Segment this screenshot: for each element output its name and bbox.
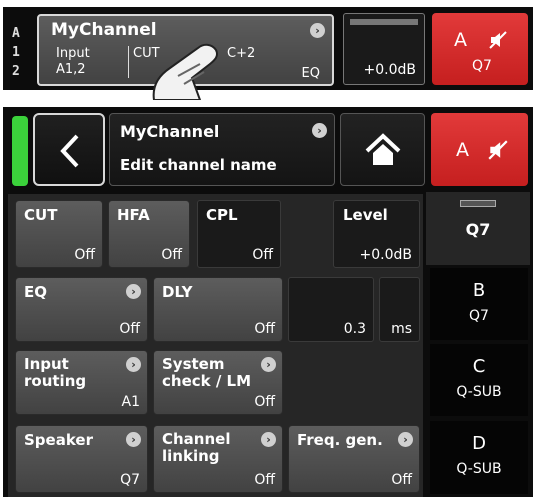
hfa-value: Off xyxy=(161,247,182,263)
header-alert-letter: A xyxy=(456,139,469,161)
arrow-right-icon: › xyxy=(312,123,327,138)
freq-gen-value: Off xyxy=(391,472,412,488)
channel-linking-value: Off xyxy=(254,472,275,488)
hfa-label: HFA xyxy=(117,206,150,224)
arrow-right-icon: › xyxy=(310,23,325,38)
delay-unit-field[interactable]: ms xyxy=(379,277,420,342)
back-button[interactable] xyxy=(33,113,105,186)
arrow-right-icon: › xyxy=(261,357,276,372)
side-label-1: 1 xyxy=(12,45,20,60)
input-label: Input xyxy=(56,46,90,61)
mute-button[interactable]: A xyxy=(431,113,528,186)
channel-a-preset: Q7 xyxy=(465,220,491,239)
mute-speaker-icon xyxy=(489,31,507,49)
channel-linking-line2: linking xyxy=(162,447,220,465)
arrow-right-icon: › xyxy=(126,357,141,372)
home-icon xyxy=(365,133,401,165)
system-check-button[interactable]: System check / LM › Off xyxy=(153,350,283,415)
cpl-toggle[interactable]: CPL Off xyxy=(197,200,281,268)
header-subtitle: Edit channel name xyxy=(120,156,277,174)
channel-tab-d[interactable]: D Q-SUB xyxy=(430,421,528,494)
channel-c-letter: C xyxy=(472,356,486,377)
level-meter-bar xyxy=(350,19,418,25)
home-button[interactable] xyxy=(340,113,425,186)
channel-a-meter xyxy=(460,200,496,207)
dly-label: DLY xyxy=(162,283,193,301)
divider xyxy=(128,46,129,78)
channel-c-preset: Q-SUB xyxy=(456,384,502,400)
cut-label: CUT xyxy=(24,206,58,224)
input-routing-line2: routing xyxy=(24,372,87,390)
arrow-right-icon: › xyxy=(126,432,141,447)
dly-value: Off xyxy=(254,321,275,337)
channel-tab-b[interactable]: B Q7 xyxy=(430,268,528,340)
eq-label: EQ xyxy=(24,283,47,301)
freq-gen-label: Freq. gen. xyxy=(297,431,383,449)
channel-linking-line1: Channel xyxy=(162,430,231,448)
hfa-toggle[interactable]: HFA Off xyxy=(108,200,190,268)
arrow-right-icon: › xyxy=(261,432,276,447)
speaker-value: Q7 xyxy=(120,472,140,488)
eq-value: Off xyxy=(119,321,140,337)
system-check-line2: check / LM xyxy=(162,372,252,390)
arrow-right-icon: › xyxy=(126,284,141,299)
speaker-button[interactable]: Speaker › Q7 xyxy=(15,425,148,493)
cpl-value: Off xyxy=(252,247,273,263)
finger-tap-icon xyxy=(152,43,219,100)
delay-amount-field[interactable]: 0.3 xyxy=(288,277,374,342)
mute-speaker-icon xyxy=(488,140,508,160)
channel-tab-a[interactable]: Q7 xyxy=(426,192,530,265)
arrow-right-icon: › xyxy=(398,432,413,447)
eq-button[interactable]: EQ › Off xyxy=(15,277,148,342)
freq-gen-button[interactable]: Freq. gen. › Off xyxy=(288,425,420,493)
cut-toggle[interactable]: CUT Off xyxy=(15,200,103,268)
dly-toggle[interactable]: DLY Off xyxy=(153,277,283,342)
side-label-2: 2 xyxy=(12,64,20,79)
level-value: +0.0dB xyxy=(359,247,413,263)
system-check-value: Off xyxy=(254,394,275,410)
top-alert-preset: Q7 xyxy=(472,58,492,74)
channel-d-preset: Q-SUB xyxy=(456,461,502,477)
input-value: A1,2 xyxy=(56,62,86,77)
channel-b-preset: Q7 xyxy=(469,308,489,324)
top-level-box[interactable]: +0.0dB xyxy=(343,13,425,85)
status-indicator xyxy=(12,116,28,186)
speaker-label: Speaker xyxy=(24,431,93,449)
input-routing-value: A1 xyxy=(121,394,140,410)
delay-amount: 0.3 xyxy=(343,321,366,337)
channel-b-letter: B xyxy=(472,280,486,301)
header-title: MyChannel xyxy=(120,122,220,141)
channel-tab-c[interactable]: C Q-SUB xyxy=(430,344,528,416)
top-mute-button[interactable]: A Q7 xyxy=(432,13,528,85)
back-chevron-icon xyxy=(60,134,79,168)
level-control[interactable]: Level +0.0dB xyxy=(333,200,420,268)
top-level-value: +0.0dB xyxy=(363,62,417,78)
eq-label: EQ xyxy=(301,66,320,81)
top-alert-letter: A xyxy=(454,29,467,51)
level-label: Level xyxy=(343,206,388,224)
input-routing-line1: Input xyxy=(24,355,69,373)
cut-value: Off xyxy=(74,247,95,263)
channel-linking-button[interactable]: Channel linking › Off xyxy=(153,425,283,493)
channel-name-header[interactable]: MyChannel Edit channel name › xyxy=(109,113,335,186)
channel-d-letter: D xyxy=(472,433,486,454)
cpl-label: CPL xyxy=(206,206,238,224)
input-routing-button[interactable]: Input routing › A1 xyxy=(15,350,148,415)
side-label-a: A xyxy=(12,26,20,41)
system-check-line1: System xyxy=(162,355,225,373)
delay-unit: ms xyxy=(391,321,412,337)
